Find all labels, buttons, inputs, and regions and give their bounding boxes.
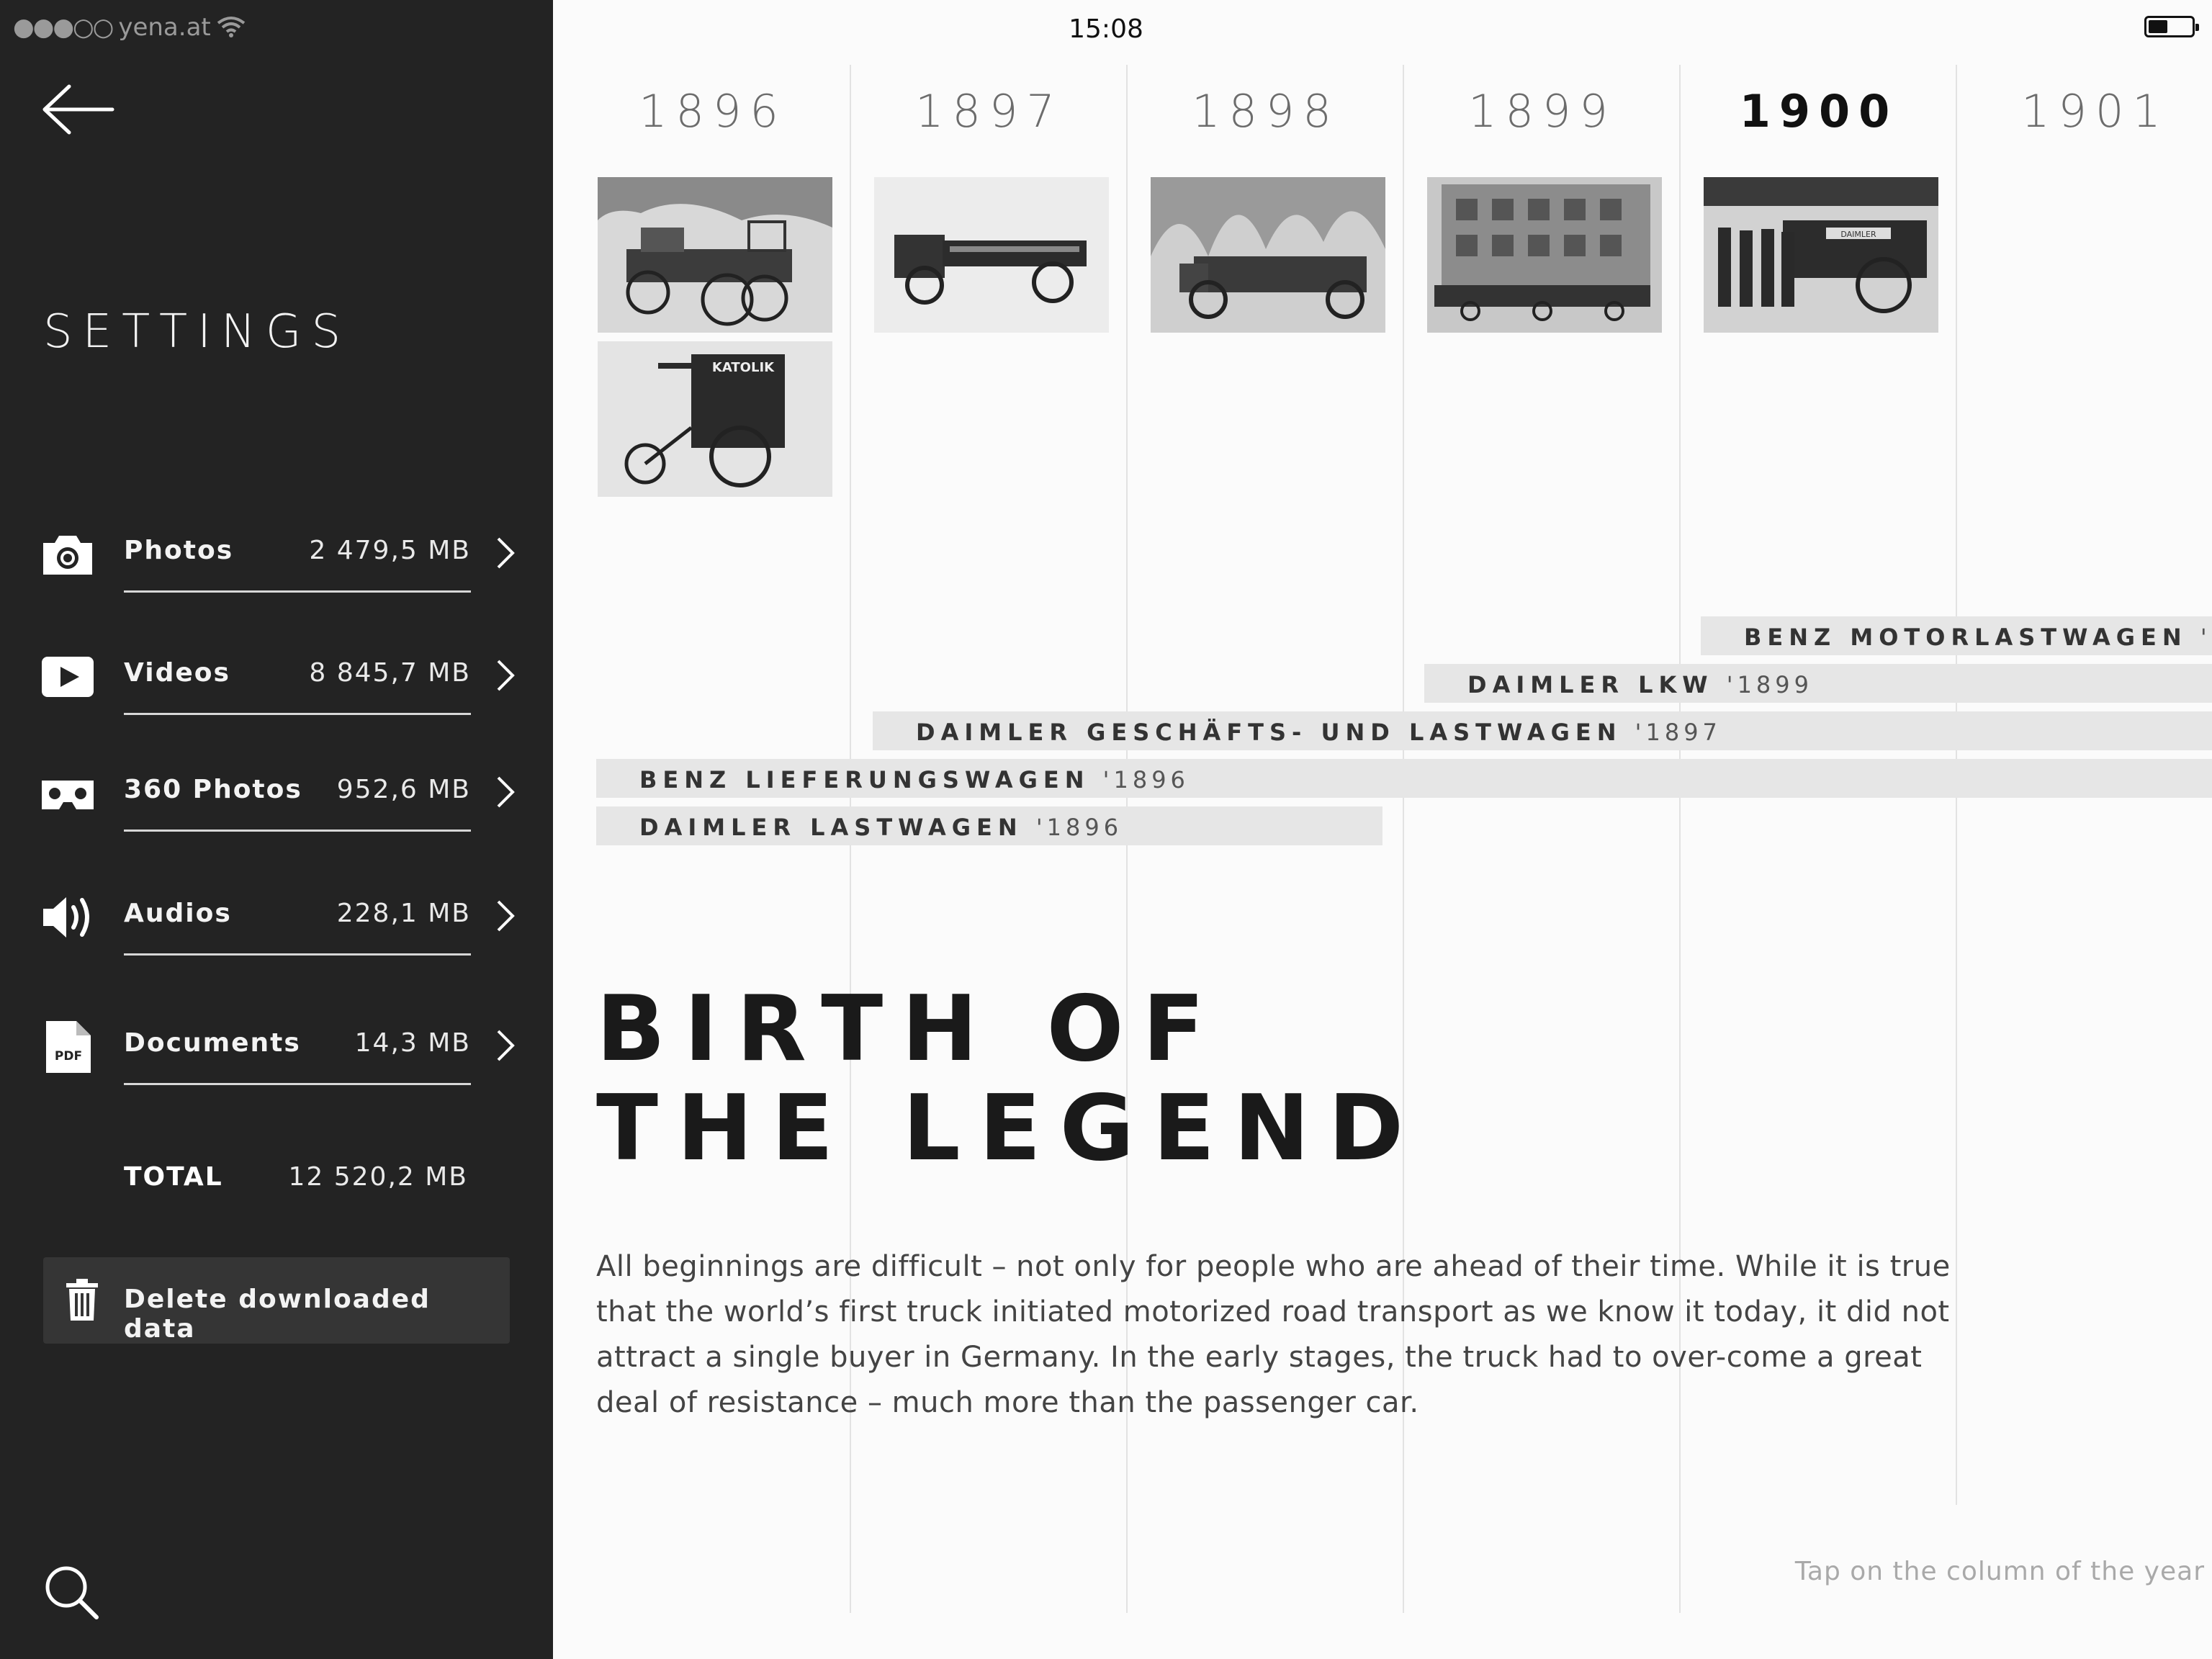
daimler-sign: DAIMLER — [1840, 230, 1876, 239]
headline-line-1: BIRTH OF — [596, 976, 1223, 1082]
divider — [124, 713, 471, 715]
model-year: '1896 — [1102, 766, 1190, 793]
menu-item-documents[interactable]: PDF Documents 14,3 MB — [40, 1011, 516, 1097]
timeline-bar-benz-lieferungswagen[interactable]: BENZ LIEFERUNGSWAGEN '1896 — [596, 759, 2212, 798]
model-name: DAIMLER LASTWAGEN — [639, 814, 1023, 841]
delete-downloaded-data-button[interactable]: Delete downloaded data — [43, 1257, 510, 1344]
photo-thumbnail[interactable] — [1427, 177, 1662, 333]
menu-item-size: 2 479,5 MB — [309, 536, 471, 565]
chevron-right-icon — [497, 537, 515, 569]
menu-item-label: Videos — [124, 658, 230, 688]
article-headline: BIRTH OF THE LEGEND — [596, 979, 1422, 1178]
menu-item-size: 228,1 MB — [336, 899, 471, 928]
chevron-right-icon — [497, 776, 515, 808]
delete-button-label: Delete downloaded data — [124, 1285, 431, 1344]
menu-item-size: 8 845,7 MB — [309, 658, 471, 688]
menu-item-audios[interactable]: Audios 228,1 MB — [40, 881, 516, 968]
article-body: All beginnings are difficult – not only … — [596, 1250, 1951, 1419]
year-1896[interactable]: 1896 — [575, 85, 851, 138]
photo-truck-1898 — [1151, 177, 1385, 333]
divider — [124, 953, 471, 956]
divider — [124, 590, 471, 593]
year-1897[interactable]: 1897 — [851, 85, 1128, 138]
divider — [124, 1083, 471, 1085]
chevron-right-icon — [497, 660, 515, 691]
model-year: '1899 — [1726, 671, 1813, 698]
chevron-right-icon — [497, 1030, 515, 1061]
settings-sidebar: SETTINGS Photos 2 479,5 MB Videos 8 845,… — [0, 0, 553, 1659]
trash-icon — [66, 1279, 98, 1321]
menu-item-360-photos[interactable]: 360 Photos 952,6 MB — [40, 757, 516, 844]
photo-thumbnail[interactable]: DAIMLER — [1704, 177, 1938, 333]
menu-item-videos[interactable]: Videos 8 845,7 MB — [40, 641, 516, 727]
model-name: DAIMLER LKW — [1467, 671, 1714, 698]
clock-time: 15:08 — [1069, 14, 1143, 44]
year-1901[interactable]: 1901 — [1957, 85, 2212, 138]
menu-item-label: Audios — [124, 899, 232, 928]
speaker-icon — [43, 897, 89, 938]
model-year: '1896 — [1035, 814, 1123, 841]
status-bar: ●●●○○ yena.at 15:08 — [0, 0, 2212, 58]
timeline-bar-daimler-geschaefts-und-lastwagen[interactable]: DAIMLER GESCHÄFTS- UND LASTWAGEN '1897 — [873, 711, 2212, 750]
photo-thumbnail[interactable] — [598, 177, 832, 333]
photo-van-1896: KATOLIK — [598, 341, 832, 497]
model-year: '1897 — [1635, 719, 1722, 746]
photo-factory-1899 — [1427, 177, 1662, 333]
chevron-right-icon — [497, 900, 515, 932]
photo-truck-1900: DAIMLER — [1704, 177, 1938, 333]
menu-item-label: Photos — [124, 536, 234, 565]
year-1900[interactable]: 1900 — [1681, 85, 1957, 138]
total-label: TOTAL — [124, 1162, 223, 1192]
back-arrow-icon[interactable] — [40, 81, 115, 138]
timeline-area: 1896 1897 1898 1899 1900 1901 KATOLIK DA… — [553, 0, 2212, 1659]
settings-title: SETTINGS — [43, 305, 351, 359]
divider — [124, 830, 471, 832]
model-year: '19 — [2200, 624, 2212, 651]
menu-item-size: 952,6 MB — [336, 775, 471, 804]
photo-truck-1896 — [598, 177, 832, 333]
vr-headset-icon — [42, 781, 94, 809]
menu-item-label: Documents — [124, 1028, 301, 1058]
model-name: DAIMLER GESCHÄFTS- UND LASTWAGEN — [916, 719, 1622, 746]
photo-thumbnail[interactable] — [874, 177, 1109, 333]
battery-icon — [2144, 16, 2199, 37]
play-icon — [42, 657, 94, 697]
photo-thumbnail[interactable]: KATOLIK — [598, 341, 832, 497]
svg-text:PDF: PDF — [55, 1049, 82, 1064]
timeline-bar-daimler-lastwagen[interactable]: DAIMLER LASTWAGEN '1896 — [596, 806, 1382, 845]
camera-icon — [43, 536, 92, 575]
total-value: 12 520,2 MB — [288, 1162, 468, 1192]
tap-hint: Tap on the column of the year — [1794, 1557, 2205, 1586]
pdf-document-icon: PDF — [46, 1021, 91, 1073]
model-name: BENZ LIEFERUNGSWAGEN — [639, 766, 1090, 793]
timeline-bar-daimler-lkw[interactable]: DAIMLER LKW '1899 — [1424, 664, 2212, 703]
photo-truck-1897 — [874, 177, 1109, 333]
timeline-bar-benz-motorlastwagen[interactable]: BENZ MOTORLASTWAGEN '19 — [1701, 616, 2212, 655]
menu-item-photos[interactable]: Photos 2 479,5 MB — [40, 518, 516, 605]
clock: 15:08 — [0, 14, 2212, 44]
photo-thumbnail[interactable] — [1151, 177, 1385, 333]
year-1899[interactable]: 1899 — [1404, 85, 1681, 138]
katolik-sign: KATOLIK — [712, 360, 775, 375]
search-icon[interactable] — [42, 1563, 99, 1620]
year-1898[interactable]: 1898 — [1128, 85, 1404, 138]
menu-item-label: 360 Photos — [124, 775, 302, 804]
model-name: BENZ MOTORLASTWAGEN — [1744, 624, 2188, 651]
menu-item-size: 14,3 MB — [354, 1028, 471, 1058]
headline-line-2: THE LEGEND — [596, 1075, 1423, 1181]
